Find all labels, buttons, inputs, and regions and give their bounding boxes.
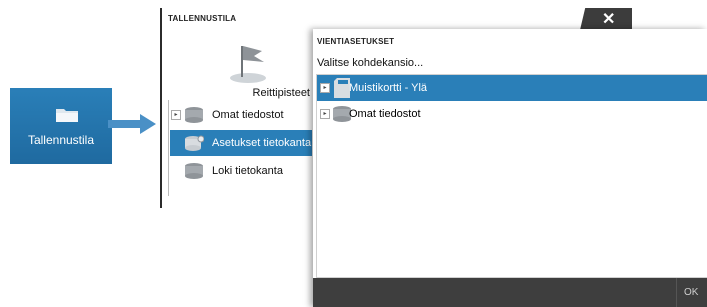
dialog-footer: OK — [313, 278, 707, 307]
close-button[interactable]: ✕ — [580, 8, 632, 30]
expand-toggle[interactable]: ▸ — [320, 109, 330, 119]
export-settings-dialog: VIENTIASETUKSET Valitse kohdekansio... ▸… — [313, 29, 707, 307]
dialog-prompt: Valitse kohdekansio... — [317, 57, 424, 69]
list-item-memory-card[interactable]: ▸ Muistikortti - Ylä — [317, 75, 707, 101]
tree-item-settings-db[interactable]: Asetukset tietokanta — [170, 130, 312, 156]
arrow-right-icon — [108, 114, 156, 134]
tree-item-log-db[interactable]: Loki tietokanta — [170, 160, 312, 182]
waypoint-flag-icon — [230, 46, 266, 83]
waypoints-label[interactable]: Reittipisteet — [216, 87, 310, 99]
tree-line — [168, 100, 169, 196]
expand-toggle[interactable]: ▸ — [171, 110, 181, 120]
dialog-title: VIENTIASETUKSET — [317, 37, 395, 46]
close-icon: ✕ — [602, 11, 616, 28]
folder-icon — [56, 109, 78, 122]
tree-item-my-files[interactable]: ▸ Omat tiedostot — [170, 104, 312, 126]
list-item-label: Muistikortti - Ylä — [349, 82, 428, 94]
panel-header: TALLENNUSTILA — [162, 8, 632, 28]
storage-tile-label: Tallennustila — [27, 133, 95, 147]
tree-item-label: Loki tietokanta — [212, 165, 283, 177]
database-icon — [185, 163, 203, 179]
expand-toggle[interactable]: ▸ — [320, 83, 330, 93]
list-item-label: Omat tiedostot — [349, 108, 421, 120]
panel-title: TALLENNUSTILA — [168, 14, 237, 23]
ok-button[interactable]: OK — [676, 278, 707, 307]
database-gear-icon — [185, 135, 204, 151]
tree-item-label: Asetukset tietokanta — [212, 137, 312, 149]
destination-folder-list[interactable]: ▸ Muistikortti - Ylä ▸ Omat tiedostot — [316, 74, 707, 278]
sd-card-icon — [334, 78, 350, 98]
storage-tile[interactable]: Tallennustila — [10, 88, 112, 164]
ok-button-label: OK — [684, 287, 699, 298]
tree-item-label: Omat tiedostot — [212, 109, 284, 121]
database-icon — [185, 107, 203, 123]
list-item-my-files[interactable]: ▸ Omat tiedostot — [317, 101, 707, 127]
